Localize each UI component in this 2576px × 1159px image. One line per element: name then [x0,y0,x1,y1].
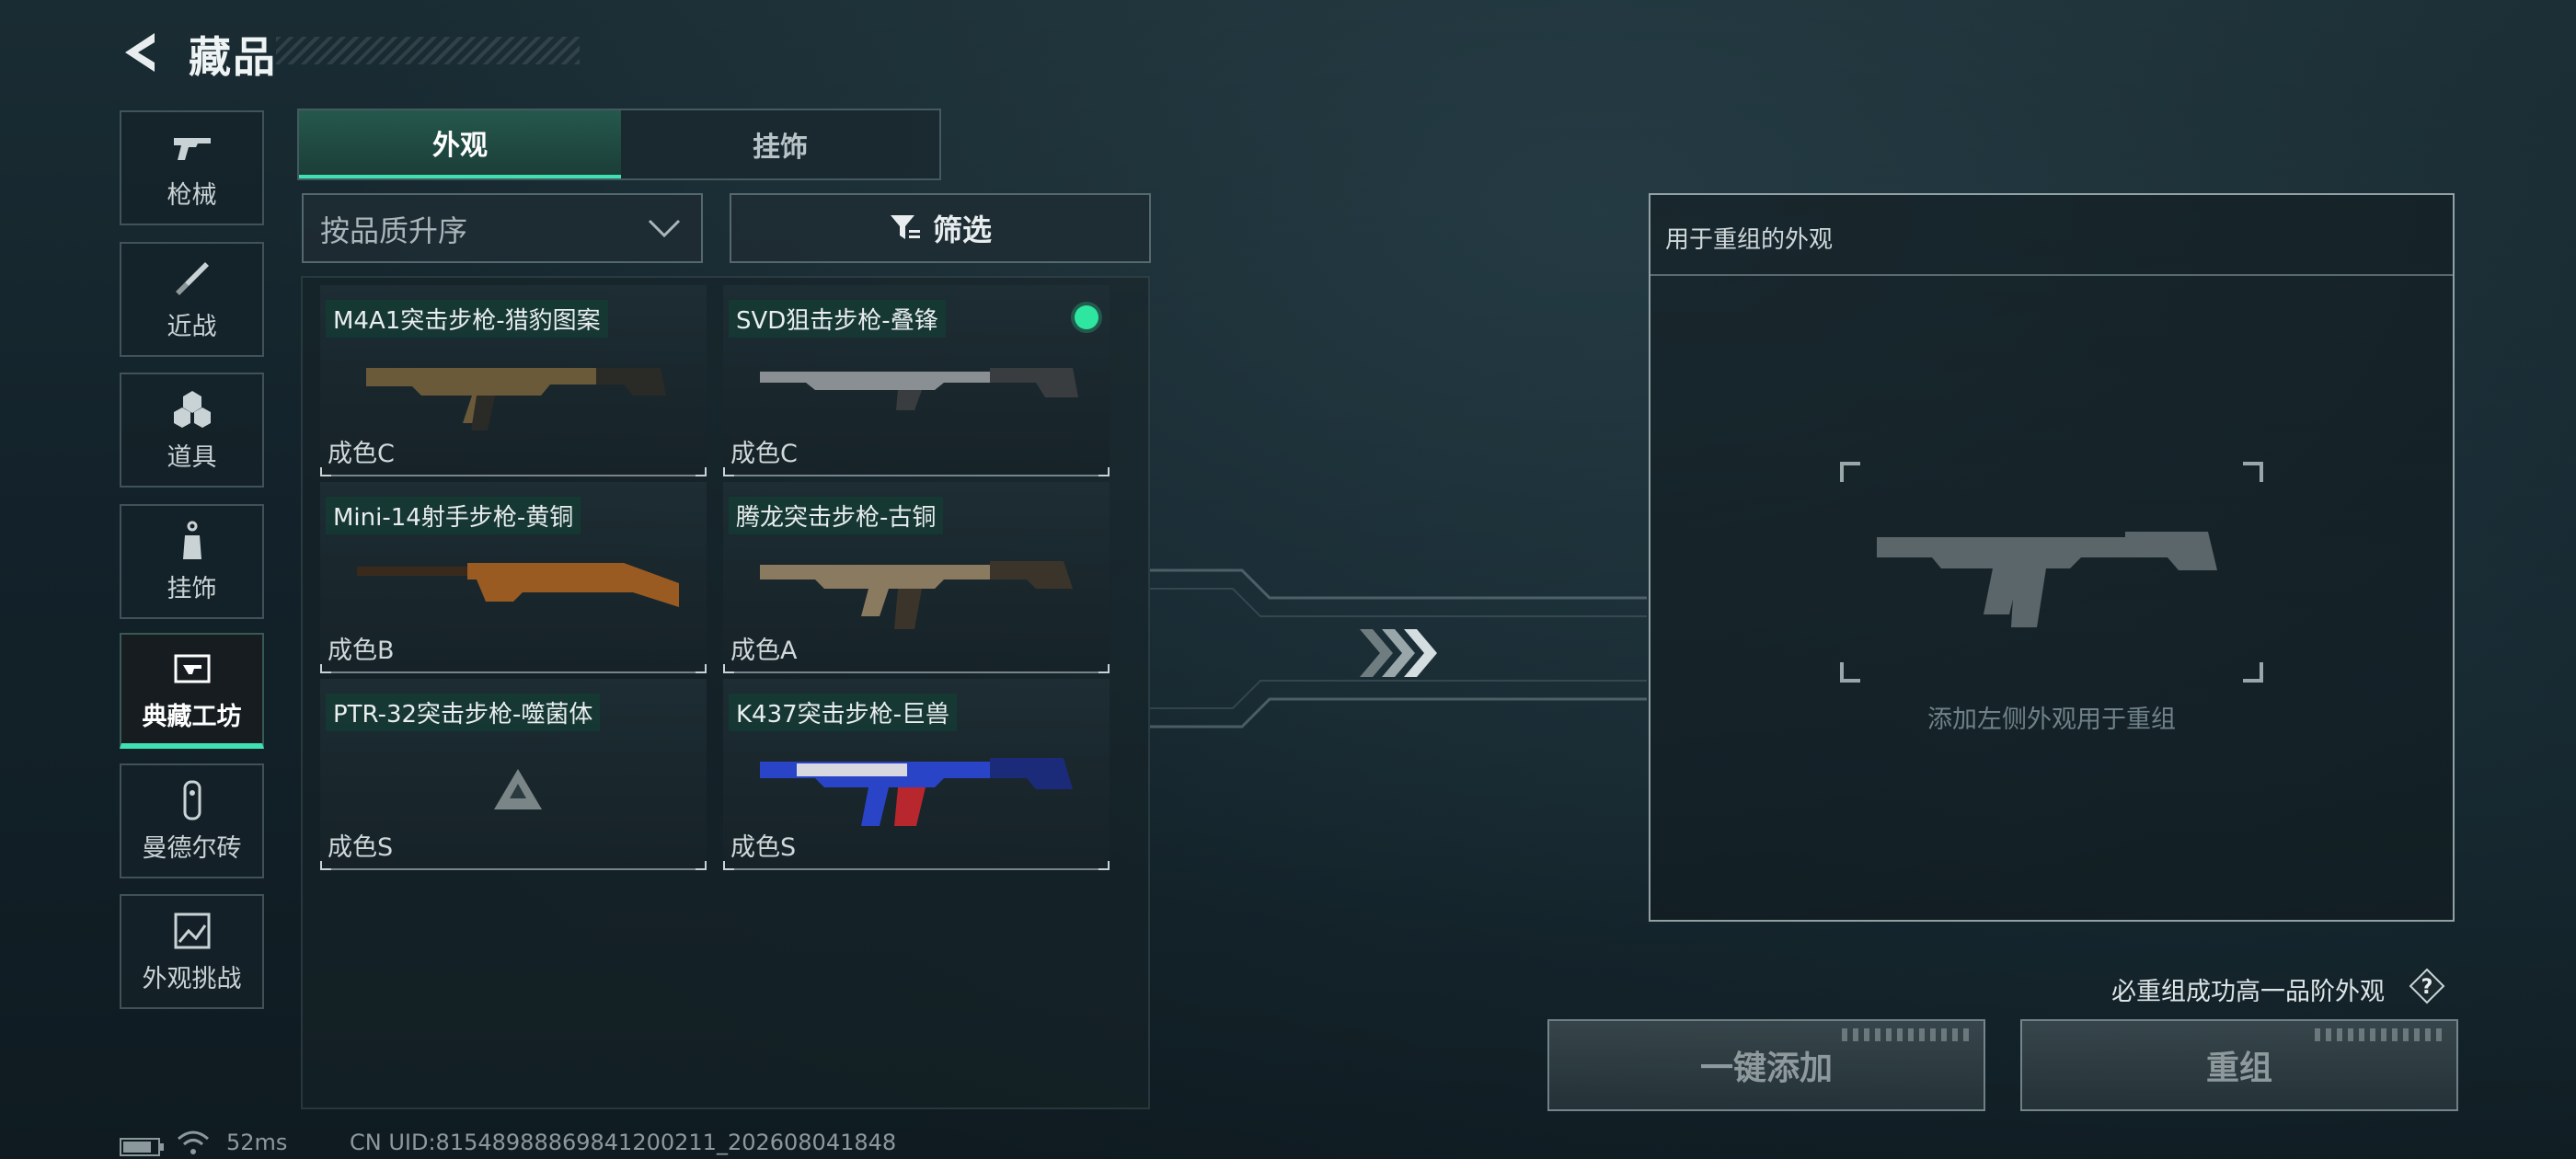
filter-button[interactable]: 筛选 [730,193,1151,263]
card-divider [320,861,707,870]
filter-funnel-icon [890,215,920,239]
skin-card-selected[interactable]: SVD狙击步枪-叠锋 成色C [723,285,1110,476]
skin-quality: 成色B [328,637,395,665]
unknown-triangle-icon [494,769,542,809]
recombine-hint: 添加左侧外观用于重组 [1927,706,2176,734]
tab-appearance[interactable]: 外观 [299,110,621,178]
nav-label: 挂饰 [167,575,217,603]
svg-text:?: ? [2421,976,2433,999]
nav-label: 近战 [167,313,217,341]
battery-icon [120,1138,164,1156]
filter-label: 筛选 [932,212,992,247]
recombine-panel: 用于重组的外观 添加左侧外观用于重组 [1649,193,2455,922]
sort-dropdown[interactable]: 按品质升序 [302,193,703,263]
grenades-icon [173,391,211,428]
tab-bar: 外观 挂饰 [297,109,941,180]
back-arrow-icon[interactable] [118,28,164,77]
nav-label: 道具 [167,443,217,472]
nav-item-charms[interactable]: 挂饰 [120,504,264,619]
gun-icon [173,138,211,160]
skin-card[interactable]: K437突击步枪-巨兽 成色S [723,679,1110,870]
skin-quality: 成色C [730,440,798,468]
nav-item-melee[interactable]: 近战 [120,242,264,357]
challenge-icon [174,912,210,949]
user-uid: CN UID:81548988869841200211_202608041848 [350,1130,897,1155]
title-decoration [276,37,580,64]
nav-label: 外观挑战 [142,965,242,993]
tab-charms[interactable]: 挂饰 [621,110,939,178]
page-title: 藏品 [189,32,277,82]
selected-indicator-dot [1075,305,1098,329]
nav-label: 典藏工坊 [142,702,242,731]
card-divider [723,467,1110,476]
rifle-icon [366,368,666,430]
recombine-label: 重组 [2205,1050,2272,1087]
rifle-icon [760,758,1073,826]
workshop-icon [174,654,210,683]
rifle-icon [760,368,1078,410]
nav-item-brick[interactable]: 曼德尔砖 [120,763,264,878]
recombine-title: 用于重组的外观 [1665,226,1834,254]
rifle-icon [357,563,679,607]
skin-card[interactable]: Mini-14射手步枪-黄铜 成色B [320,482,707,673]
button-decoration [1842,1028,1971,1041]
nav-item-items[interactable]: 道具 [120,373,264,488]
skin-card[interactable]: M4A1突击步枪-猎豹图案 成色C [320,285,707,476]
skin-quality: 成色S [328,833,394,862]
triple-chevron-arrow-icon [1360,629,1437,677]
knife-icon [175,262,209,295]
nav-item-workshop[interactable]: 典藏工坊 [120,633,264,749]
button-decoration [2315,1028,2444,1041]
card-divider [320,467,707,476]
skin-quality: 成色C [328,440,395,468]
charm-icon [182,521,201,559]
nav-item-guns[interactable]: 枪械 [120,110,264,225]
chevron-down-icon[interactable] [644,208,684,248]
add-all-label: 一键添加 [1699,1050,1833,1087]
recombine-header: 用于重组的外观 [1650,195,2453,276]
skin-card[interactable]: 腾龙突击步枪-古铜 成色A [723,482,1110,673]
card-divider [723,664,1110,673]
card-divider [723,861,1110,870]
wifi-icon [178,1130,209,1154]
ping-value: 52ms [226,1130,288,1155]
skin-quality: 成色A [730,637,798,665]
skin-card[interactable]: PTR-32突击步枪-噬菌体 成色S [320,679,707,870]
nav-label: 枪械 [167,181,217,210]
nav-item-challenge[interactable]: 外观挑战 [120,894,264,1009]
help-question-icon[interactable]: ? [2409,968,2445,1004]
card-divider [320,664,707,673]
nav-label: 曼德尔砖 [142,834,242,863]
guarantee-text: 必重组成功高一品阶外观 [2111,978,2385,1006]
rifle-icon [760,561,1073,629]
weapon-slot-placeholder-icon[interactable] [1840,462,2263,683]
skin-quality: 成色S [730,833,797,862]
recombine-button[interactable]: 重组 [2020,1019,2458,1111]
brick-icon [183,780,201,820]
add-all-button[interactable]: 一键添加 [1547,1019,1985,1111]
